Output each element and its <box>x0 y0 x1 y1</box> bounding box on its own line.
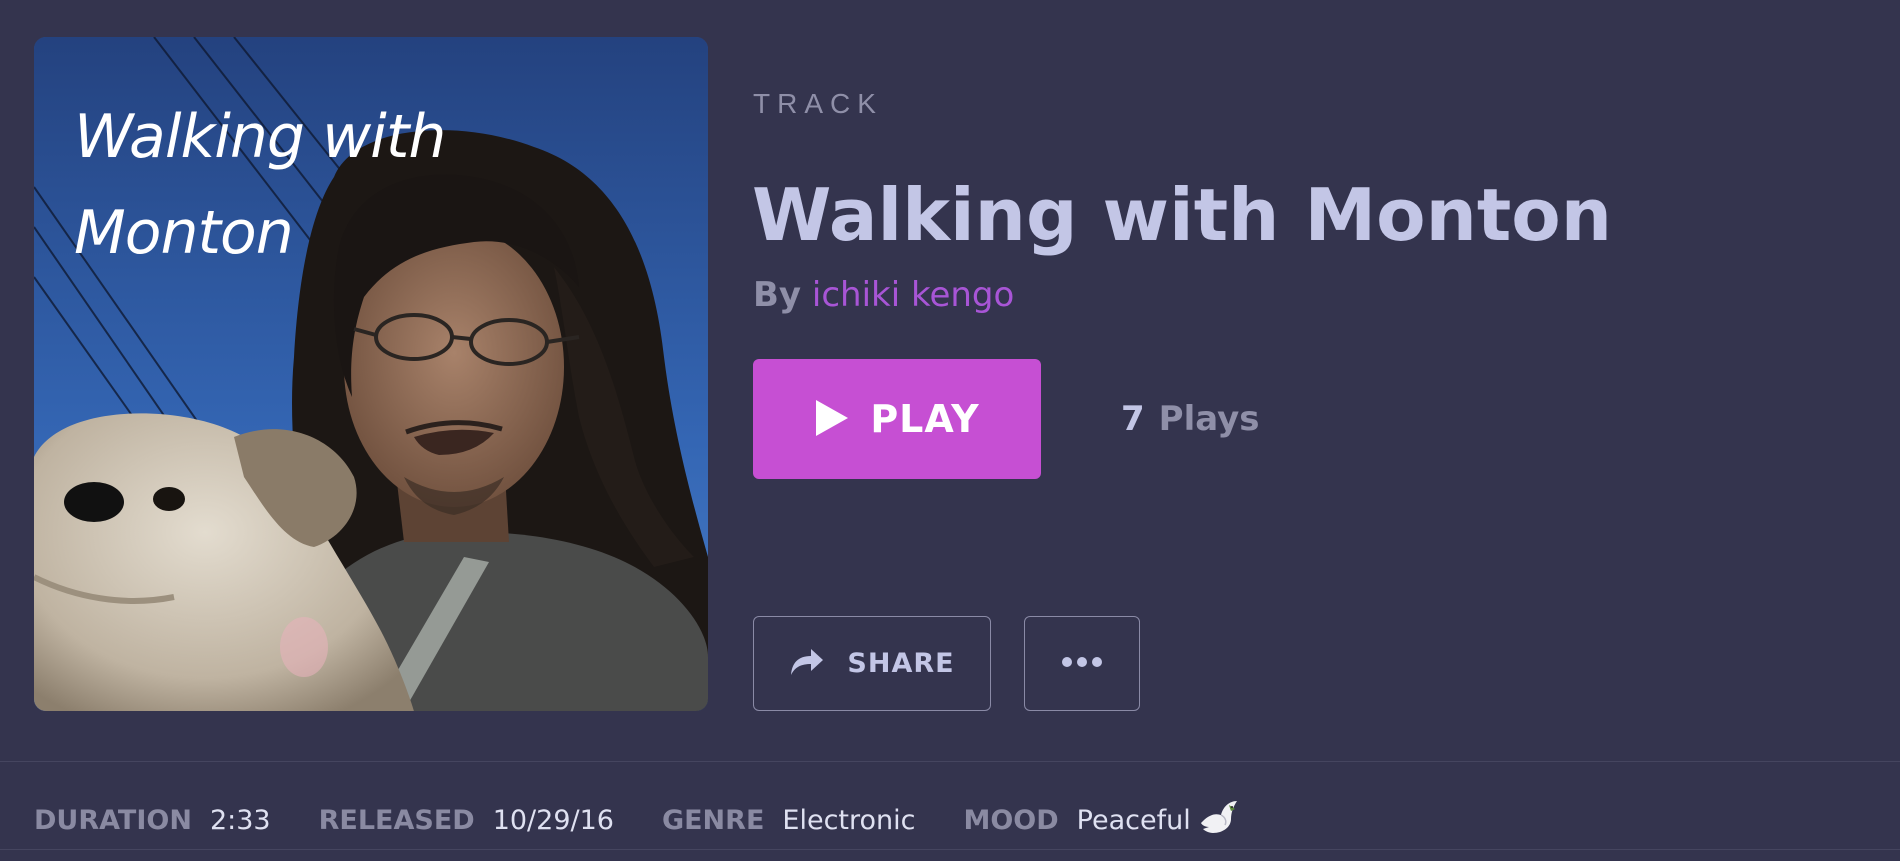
section-divider <box>0 761 1900 762</box>
meta-genre: GENRE Electronic <box>662 805 916 836</box>
artwork-title-text: Walking with Monton <box>74 102 446 268</box>
byline: By ichiki kengo <box>753 272 1014 318</box>
play-icon <box>814 398 850 441</box>
artist-link[interactable]: ichiki kengo <box>812 275 1014 315</box>
genre-label: GENRE <box>661 804 765 836</box>
mood-label: MOOD <box>963 804 1059 836</box>
plays-label: Plays <box>1158 399 1260 439</box>
bottom-divider <box>0 849 1900 850</box>
more-options-button[interactable] <box>1024 616 1140 711</box>
by-label: By <box>753 275 802 315</box>
ellipsis-icon <box>1061 656 1103 671</box>
track-metadata: DURATION 2:33 RELEASED 10/29/16 GENRE El… <box>34 799 1287 841</box>
released-value: 10/29/16 <box>492 804 614 836</box>
plays-counter: 7 Plays <box>1121 396 1260 442</box>
meta-duration: DURATION 2:33 <box>34 805 271 836</box>
genre-link[interactable]: Electronic <box>782 805 915 836</box>
released-label: RELEASED <box>318 804 475 836</box>
duration-value: 2:33 <box>209 804 271 836</box>
duration-label: DURATION <box>34 804 192 836</box>
track-page: Walking with Monton TRACK Walking with M… <box>0 0 1900 861</box>
content-type-label: TRACK <box>753 88 883 119</box>
plays-count: 7 <box>1121 399 1145 439</box>
track-title: Walking with Monton <box>752 173 1612 257</box>
share-label: SHARE <box>847 648 955 679</box>
dove-icon <box>1199 799 1239 841</box>
share-arrow-icon <box>789 647 825 680</box>
play-button[interactable]: PLAY <box>753 359 1041 479</box>
meta-released: RELEASED 10/29/16 <box>319 805 614 836</box>
track-artwork[interactable]: Walking with Monton <box>34 37 708 711</box>
meta-mood: MOOD Peaceful <box>963 799 1238 841</box>
share-button[interactable]: SHARE <box>753 616 991 711</box>
play-label: PLAY <box>870 397 980 441</box>
mood-link[interactable]: Peaceful <box>1077 805 1191 836</box>
